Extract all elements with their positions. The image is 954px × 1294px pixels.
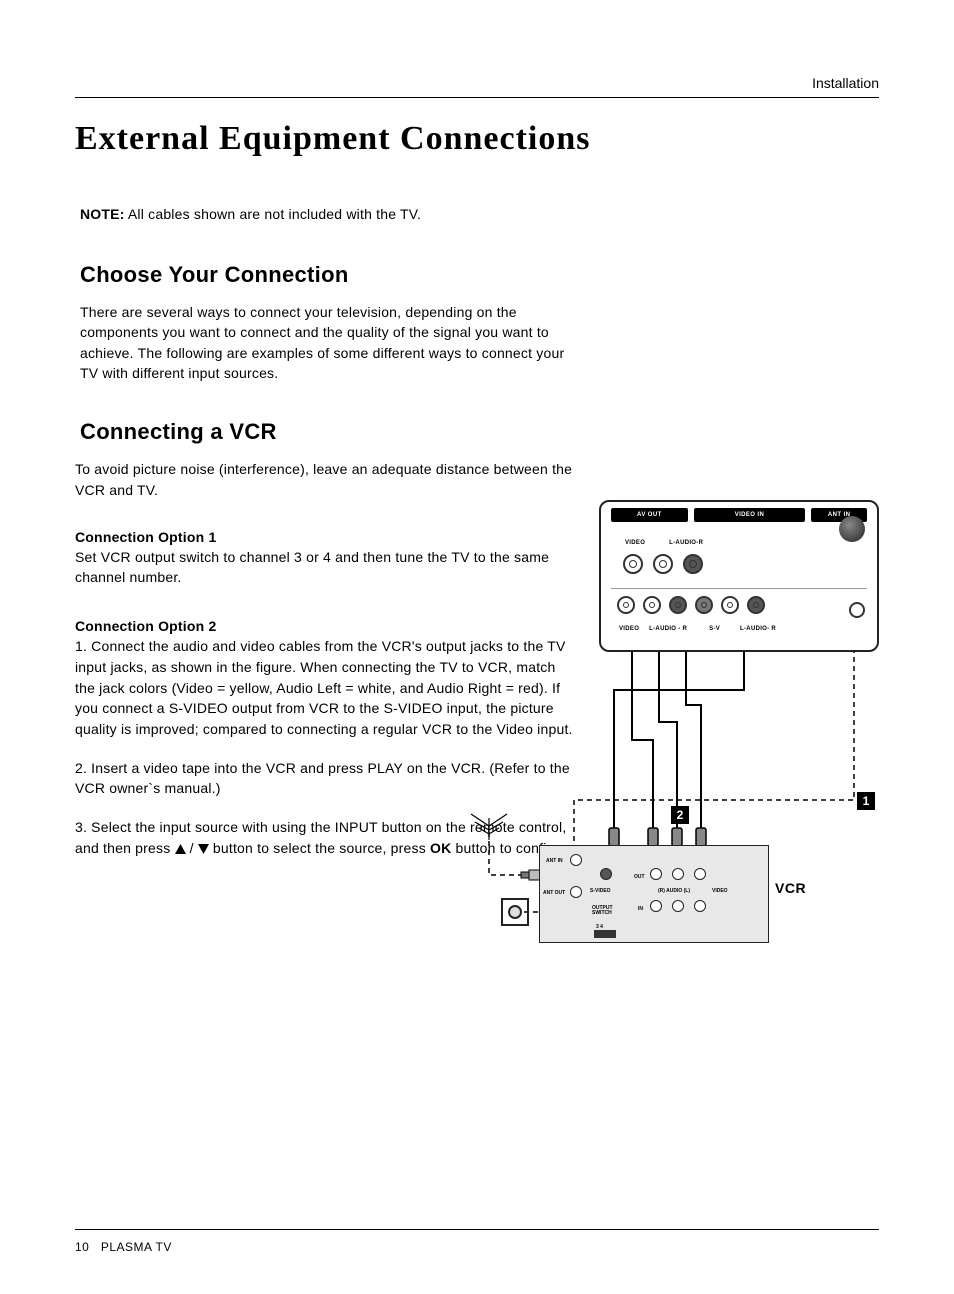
- note-prefix: NOTE:: [80, 206, 125, 222]
- vcr-switch-icon: [594, 930, 616, 938]
- page-number: 10: [75, 1240, 89, 1254]
- jack-icon: [683, 554, 703, 574]
- vcr-antout-label: ANT OUT: [543, 890, 565, 896]
- up-triangle-icon: [175, 839, 186, 860]
- vcr-svideo-port-icon: [600, 868, 612, 880]
- vcr-in-label: IN: [638, 906, 643, 912]
- vcr-name: VCR: [775, 880, 927, 896]
- tv-top-labels: AV OUT VIDEO IN ANT IN: [611, 508, 867, 522]
- vcr-switch-label: OUTPUT SWITCH: [592, 906, 613, 916]
- manual-page: Installation External Equipment Connecti…: [0, 0, 954, 1294]
- vcr-port-icon: [570, 886, 582, 898]
- antenna-jack-icon: [839, 516, 865, 542]
- footer-rule: [75, 1229, 879, 1230]
- jack-icon: [643, 596, 661, 614]
- tv-out-jacks: [623, 554, 703, 574]
- badge-2: 2: [671, 806, 689, 824]
- vcr-out-label: OUT: [634, 874, 645, 880]
- vcr-video-label: VIDEO: [712, 888, 728, 894]
- vcr-audio-label: (R) AUDIO (L): [658, 888, 690, 894]
- jack-icon: [721, 596, 739, 614]
- connection-diagram: AV OUT VIDEO IN ANT IN VIDEO L-AUDIO-R: [459, 500, 879, 960]
- opt2-p3b: button to select the source, press: [209, 840, 430, 856]
- lbl-laudior-in: L-AUDIO - R: [649, 626, 687, 632]
- ok-label: OK: [430, 840, 451, 856]
- vcr-port-icon: [694, 900, 706, 912]
- note-line: NOTE: All cables shown are not included …: [80, 206, 879, 222]
- header-rule: [75, 97, 879, 98]
- jack-icon: [617, 596, 635, 614]
- choose-heading: Choose Your Connection: [80, 262, 879, 288]
- vcr-port-icon: [570, 854, 582, 866]
- jack-icon: [747, 596, 765, 614]
- lbl-laudior-out: L-AUDIO-R: [669, 540, 703, 546]
- jack-icon: [623, 554, 643, 574]
- tv-inner-rule: [611, 588, 867, 589]
- jack-icon: [653, 554, 673, 574]
- vcr-port-icon: [650, 900, 662, 912]
- tv-in-jacks: [617, 596, 765, 614]
- lbl-sv: S-V: [709, 626, 720, 632]
- svideo-jack-icon: [695, 596, 713, 614]
- tv-videoin-label: VIDEO IN: [694, 508, 806, 522]
- vcr-port-icon: [650, 868, 662, 880]
- footer-text: 10 PLASMA TV: [75, 1240, 879, 1254]
- choose-body: There are several ways to connect your t…: [80, 302, 570, 383]
- coax-jack-icon: [508, 905, 522, 919]
- lbl-laudior-2: L-AUDIO- R: [740, 626, 776, 632]
- badge-1: 1: [857, 792, 875, 810]
- note-text: All cables shown are not included with t…: [125, 206, 422, 222]
- vcr-rear-panel: ANT IN ANT OUT S-VIDEO OUT IN (R) AUDIO …: [539, 845, 769, 943]
- tv-rear-panel: AV OUT VIDEO IN ANT IN VIDEO L-AUDIO-R: [599, 500, 879, 652]
- vcr-intro: To avoid picture noise (interference), l…: [75, 459, 575, 500]
- lbl-video-in: VIDEO: [619, 626, 639, 632]
- vcr-port-icon: [672, 868, 684, 880]
- row1-labels: VIDEO L-AUDIO-R: [625, 540, 703, 546]
- wall-outlet-icon: [501, 898, 529, 926]
- vcr-port-icon: [694, 868, 706, 880]
- lbl-video-out: VIDEO: [625, 540, 645, 546]
- page-footer: 10 PLASMA TV: [75, 1229, 879, 1254]
- down-triangle-icon: [198, 839, 209, 860]
- header-section-label: Installation: [75, 75, 879, 91]
- vcr-port-icon: [672, 900, 684, 912]
- tv-avout-label: AV OUT: [611, 508, 688, 522]
- page-title: External Equipment Connections: [75, 120, 879, 158]
- vcr-svideo-label: S-VIDEO: [590, 888, 611, 894]
- vcr-antin-label: ANT IN: [546, 858, 563, 864]
- row2-labels: VIDEO L-AUDIO - R S-V L-AUDIO- R: [619, 626, 776, 632]
- product-name: PLASMA TV: [101, 1240, 172, 1254]
- jack-icon: [669, 596, 687, 614]
- headphone-jack-icon: [849, 602, 865, 618]
- vcr-heading: Connecting a VCR: [80, 419, 879, 445]
